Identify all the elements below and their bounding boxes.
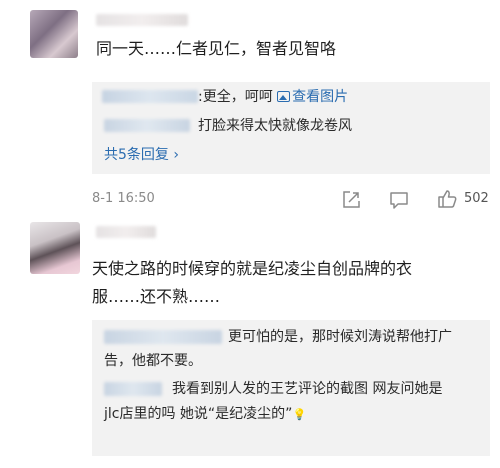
reply-username-blurred[interactable] [102, 90, 198, 103]
reply-text: 更可怕的是，那时候刘涛说帮他打广 [228, 329, 452, 345]
share-icon[interactable] [341, 190, 361, 210]
comment-icon[interactable] [388, 190, 410, 210]
reply-text: jlc店里的吗 她说“是纪凌尘的” [104, 406, 293, 422]
reply-text: 打脸来得太快就像龙卷风 [198, 118, 352, 134]
reply-text: 更全，呵呵 [202, 89, 273, 105]
view-image-link[interactable]: 查看图片 [277, 89, 348, 105]
more-replies-link[interactable]: 共5条回复 › [104, 145, 179, 165]
reply-username-blurred[interactable] [104, 119, 190, 132]
reply-text: 告，他都不要。 [104, 353, 202, 369]
reply-box: 更可怕的是，那时候刘涛说帮他打广 告，他都不要。 我看到别人发的王艺评论的截图 … [92, 320, 490, 456]
chevron-right-icon: › [173, 147, 179, 163]
avatar[interactable] [30, 222, 80, 274]
username-blurred[interactable] [96, 226, 156, 238]
comment-text-line2: 服……还不熟…… [92, 287, 221, 306]
avatar[interactable] [30, 10, 78, 58]
view-image-label: 查看图片 [292, 89, 349, 105]
more-replies-label: 共5条回复 [104, 147, 169, 163]
reply-text-line2: jlc店里的吗 她说“是纪凌尘的”💡 [104, 404, 306, 425]
bulb-emoji-icon: 💡 [292, 408, 307, 421]
comment-text-line1: 天使之路的时候穿的就是纪凌尘自创品牌的衣 [92, 259, 413, 278]
reply-box: :更全，呵呵 查看图片 打脸来得太快就像龙卷风 共5条回复 › [92, 82, 490, 174]
timestamp: 8-1 16:50 [92, 191, 155, 206]
reply-username-blurred[interactable] [104, 382, 162, 396]
reply-text: 我看到别人发的王艺评论的截图 网友问她是 [172, 381, 443, 397]
comment-text: 同一天……仁者见仁，智者见智咯 [96, 39, 337, 58]
reply-username-blurred[interactable] [104, 330, 222, 344]
reply-line: :更全，呵呵 查看图片 [198, 87, 348, 107]
like-icon[interactable] [436, 188, 458, 210]
username-blurred[interactable] [96, 14, 188, 26]
like-count: 502 [464, 191, 489, 206]
image-icon [277, 91, 291, 102]
